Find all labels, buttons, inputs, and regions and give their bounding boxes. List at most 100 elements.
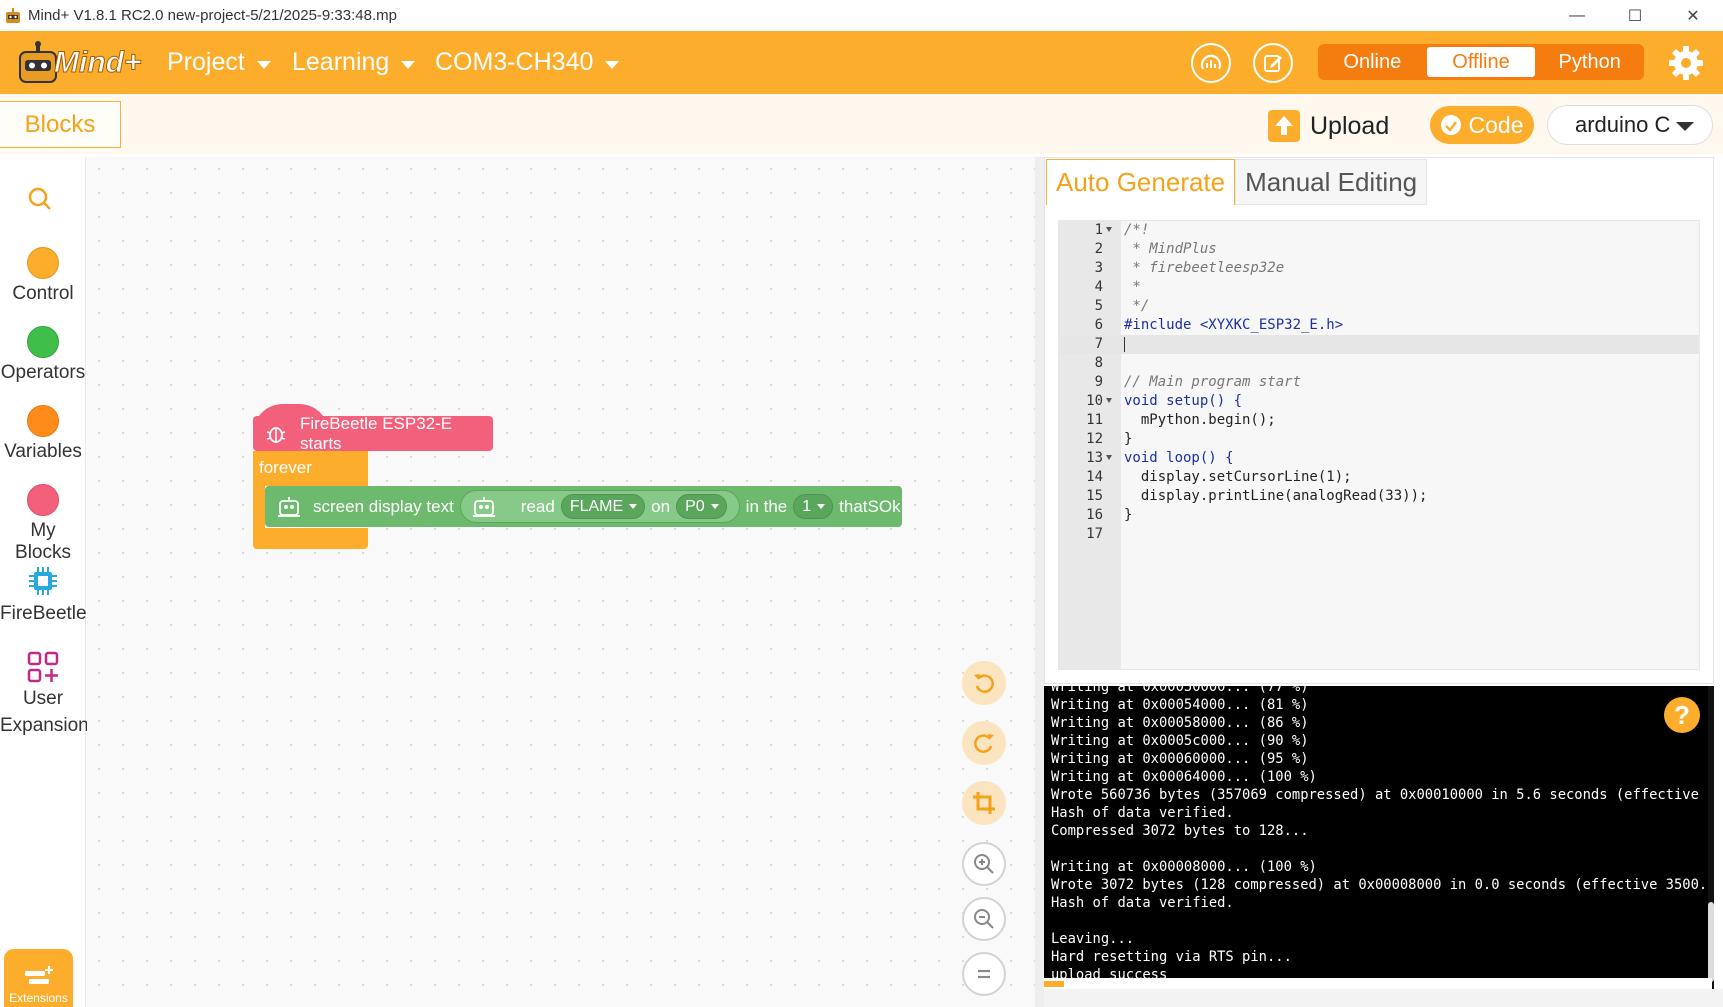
tab-manual-editing[interactable]: Manual Editing [1235, 159, 1428, 205]
code-line: 1 /*! [1094, 222, 1150, 238]
console-line: Compressed 3072 bytes to 128... [1051, 823, 1309, 839]
console-output[interactable]: Writing at 0x00050000... (77 %) Writing … [1044, 686, 1712, 989]
dashboard-button[interactable] [1191, 43, 1231, 83]
code-line: 15 display.printLine(analogRead(33)); [1086, 488, 1428, 504]
redo-icon [974, 734, 994, 753]
category-firebeetle[interactable]: FireBeetle [0, 565, 87, 625]
menu-port[interactable]: COM3-CH340 [435, 31, 620, 94]
line-dropdown-value: 1 [802, 497, 812, 515]
category-user-expansion[interactable]: User Expansion [0, 650, 89, 737]
block-workspace[interactable] [87, 157, 1035, 1007]
fold-arrow-icon[interactable] [1106, 398, 1112, 403]
zoom-in-button[interactable] [962, 842, 1006, 886]
zoom-reset-button[interactable] [962, 952, 1006, 996]
code-toggle-button[interactable]: Code [1430, 106, 1534, 144]
logo-text: Mind+ [54, 46, 142, 80]
minimize-button[interactable]: — [1548, 0, 1606, 31]
check-icon [1440, 115, 1461, 135]
console-scrollbar-thumb[interactable] [1708, 902, 1714, 982]
text-cursor [1124, 337, 1125, 352]
crop-button[interactable] [962, 781, 1006, 825]
console-hscrollbar[interactable] [1044, 978, 1712, 989]
start-hat-block[interactable]: FireBeetle ESP32-E starts [253, 413, 493, 453]
start-hat-label: FireBeetle ESP32-E starts [300, 413, 453, 453]
console-line: Writing at 0x00064000... (100 %) [1051, 769, 1317, 785]
forever-block-arm [253, 486, 265, 530]
screen-display-block[interactable]: screen display text read FLAME on P0 in … [265, 486, 902, 527]
line-dropdown[interactable]: 1 [793, 494, 834, 519]
mode-python[interactable]: Python [1535, 44, 1644, 80]
tab-auto-generate[interactable]: Auto Generate [1046, 159, 1236, 205]
mode-offline[interactable]: Offline [1426, 47, 1536, 77]
fold-arrow-icon[interactable] [1106, 455, 1112, 460]
category-control[interactable]: Control [0, 247, 86, 305]
in-the-label: in the [745, 496, 788, 516]
category-control-label: Control [12, 283, 74, 304]
redo-button[interactable] [962, 721, 1006, 765]
upload-button[interactable]: Upload [1268, 106, 1389, 146]
language-select[interactable]: arduino C [1547, 105, 1713, 145]
pin-dropdown[interactable]: P0 [676, 494, 727, 519]
fold-arrow-icon[interactable] [1106, 227, 1112, 232]
language-select-value: arduino C [1575, 112, 1671, 137]
extensions-button[interactable]: Extensions [4, 949, 73, 1007]
chevron-down-icon [1676, 122, 1694, 131]
workspace-divider[interactable] [1035, 157, 1044, 1007]
search-icon[interactable] [26, 185, 54, 213]
extensions-icon [24, 966, 53, 984]
menu-learning[interactable]: Learning [292, 31, 416, 94]
upload-icon [1268, 110, 1300, 142]
code-toggle-label: Code [1468, 111, 1524, 138]
mindplus-logo: Mind+ [16, 40, 142, 86]
help-button[interactable]: ? [1664, 697, 1700, 733]
tab-blocks[interactable]: Blocks [0, 101, 121, 148]
console-hscrollbar-thumb[interactable] [1044, 981, 1064, 987]
user-expansion-icon [27, 651, 59, 683]
settings-gear-icon[interactable] [1666, 43, 1706, 83]
mode-toggle: Online Offline Python [1318, 44, 1644, 80]
pin-dropdown-value: P0 [685, 497, 705, 515]
menu-project[interactable]: Project [167, 31, 271, 94]
upload-label: Upload [1310, 111, 1390, 140]
forever-label: forever [259, 458, 312, 477]
app-icon [6, 7, 20, 23]
category-operators[interactable]: Operators [0, 326, 86, 384]
maximize-button[interactable]: ☐ [1606, 0, 1664, 31]
close-button[interactable]: ✕ [1664, 0, 1722, 31]
chevron-down-icon [817, 504, 826, 509]
chevron-down-icon [605, 60, 620, 69]
console-line: Writing at 0x00060000... (95 %) [1051, 751, 1309, 767]
forever-block-foot [253, 528, 368, 549]
code-line: 2 * MindPlus [1094, 241, 1217, 257]
code-line: 16} [1086, 507, 1133, 523]
equals-icon [978, 969, 990, 979]
block-suffix-label: thatSOk [839, 496, 901, 516]
sensor-dropdown[interactable]: FLAME [560, 494, 646, 519]
screen-display-label: screen display text [313, 496, 454, 516]
code-tabs: Auto Generate Manual Editing [1046, 159, 1428, 205]
zoom-out-icon [974, 909, 994, 929]
code-editor[interactable]: 1 /*! 2 * MindPlus 3 * firebeetleesp32e … [1058, 220, 1700, 670]
console-line: Writing at 0x00054000... (81 %) [1051, 697, 1309, 713]
category-variables[interactable]: Variables [0, 405, 86, 463]
console-line: Writing at 0x00050000... (77 %) [1051, 686, 1309, 695]
category-my-blocks[interactable]: My Blocks [0, 484, 86, 564]
console-scrollbar[interactable] [1708, 686, 1714, 989]
category-firebeetle-label: FireBeetle [0, 603, 87, 624]
menu-port-label: COM3-CH340 [435, 48, 594, 76]
variables-dot-icon [27, 405, 59, 437]
mode-online[interactable]: Online [1318, 44, 1427, 80]
chevron-down-icon [256, 60, 271, 69]
console-line: Writing at 0x00058000... (86 %) [1051, 715, 1309, 731]
read-sensor-reporter[interactable]: read FLAME on P0 [459, 490, 740, 523]
undo-button[interactable] [962, 661, 1006, 705]
console-line: Writing at 0x0005c000... (90 %) [1051, 733, 1309, 749]
forever-block[interactable]: forever [253, 451, 368, 486]
edit-button[interactable] [1253, 43, 1293, 83]
code-line: 8 [1094, 355, 1103, 371]
console-line: Leaving... [1051, 931, 1135, 947]
zoom-out-button[interactable] [962, 897, 1006, 941]
console-line: Writing at 0x00008000... (100 %) [1051, 859, 1317, 875]
console-line: Hard resetting via RTS pin... [1051, 949, 1292, 965]
console-line: Wrote 3072 bytes (128 compressed) at 0x0… [1051, 877, 1712, 893]
